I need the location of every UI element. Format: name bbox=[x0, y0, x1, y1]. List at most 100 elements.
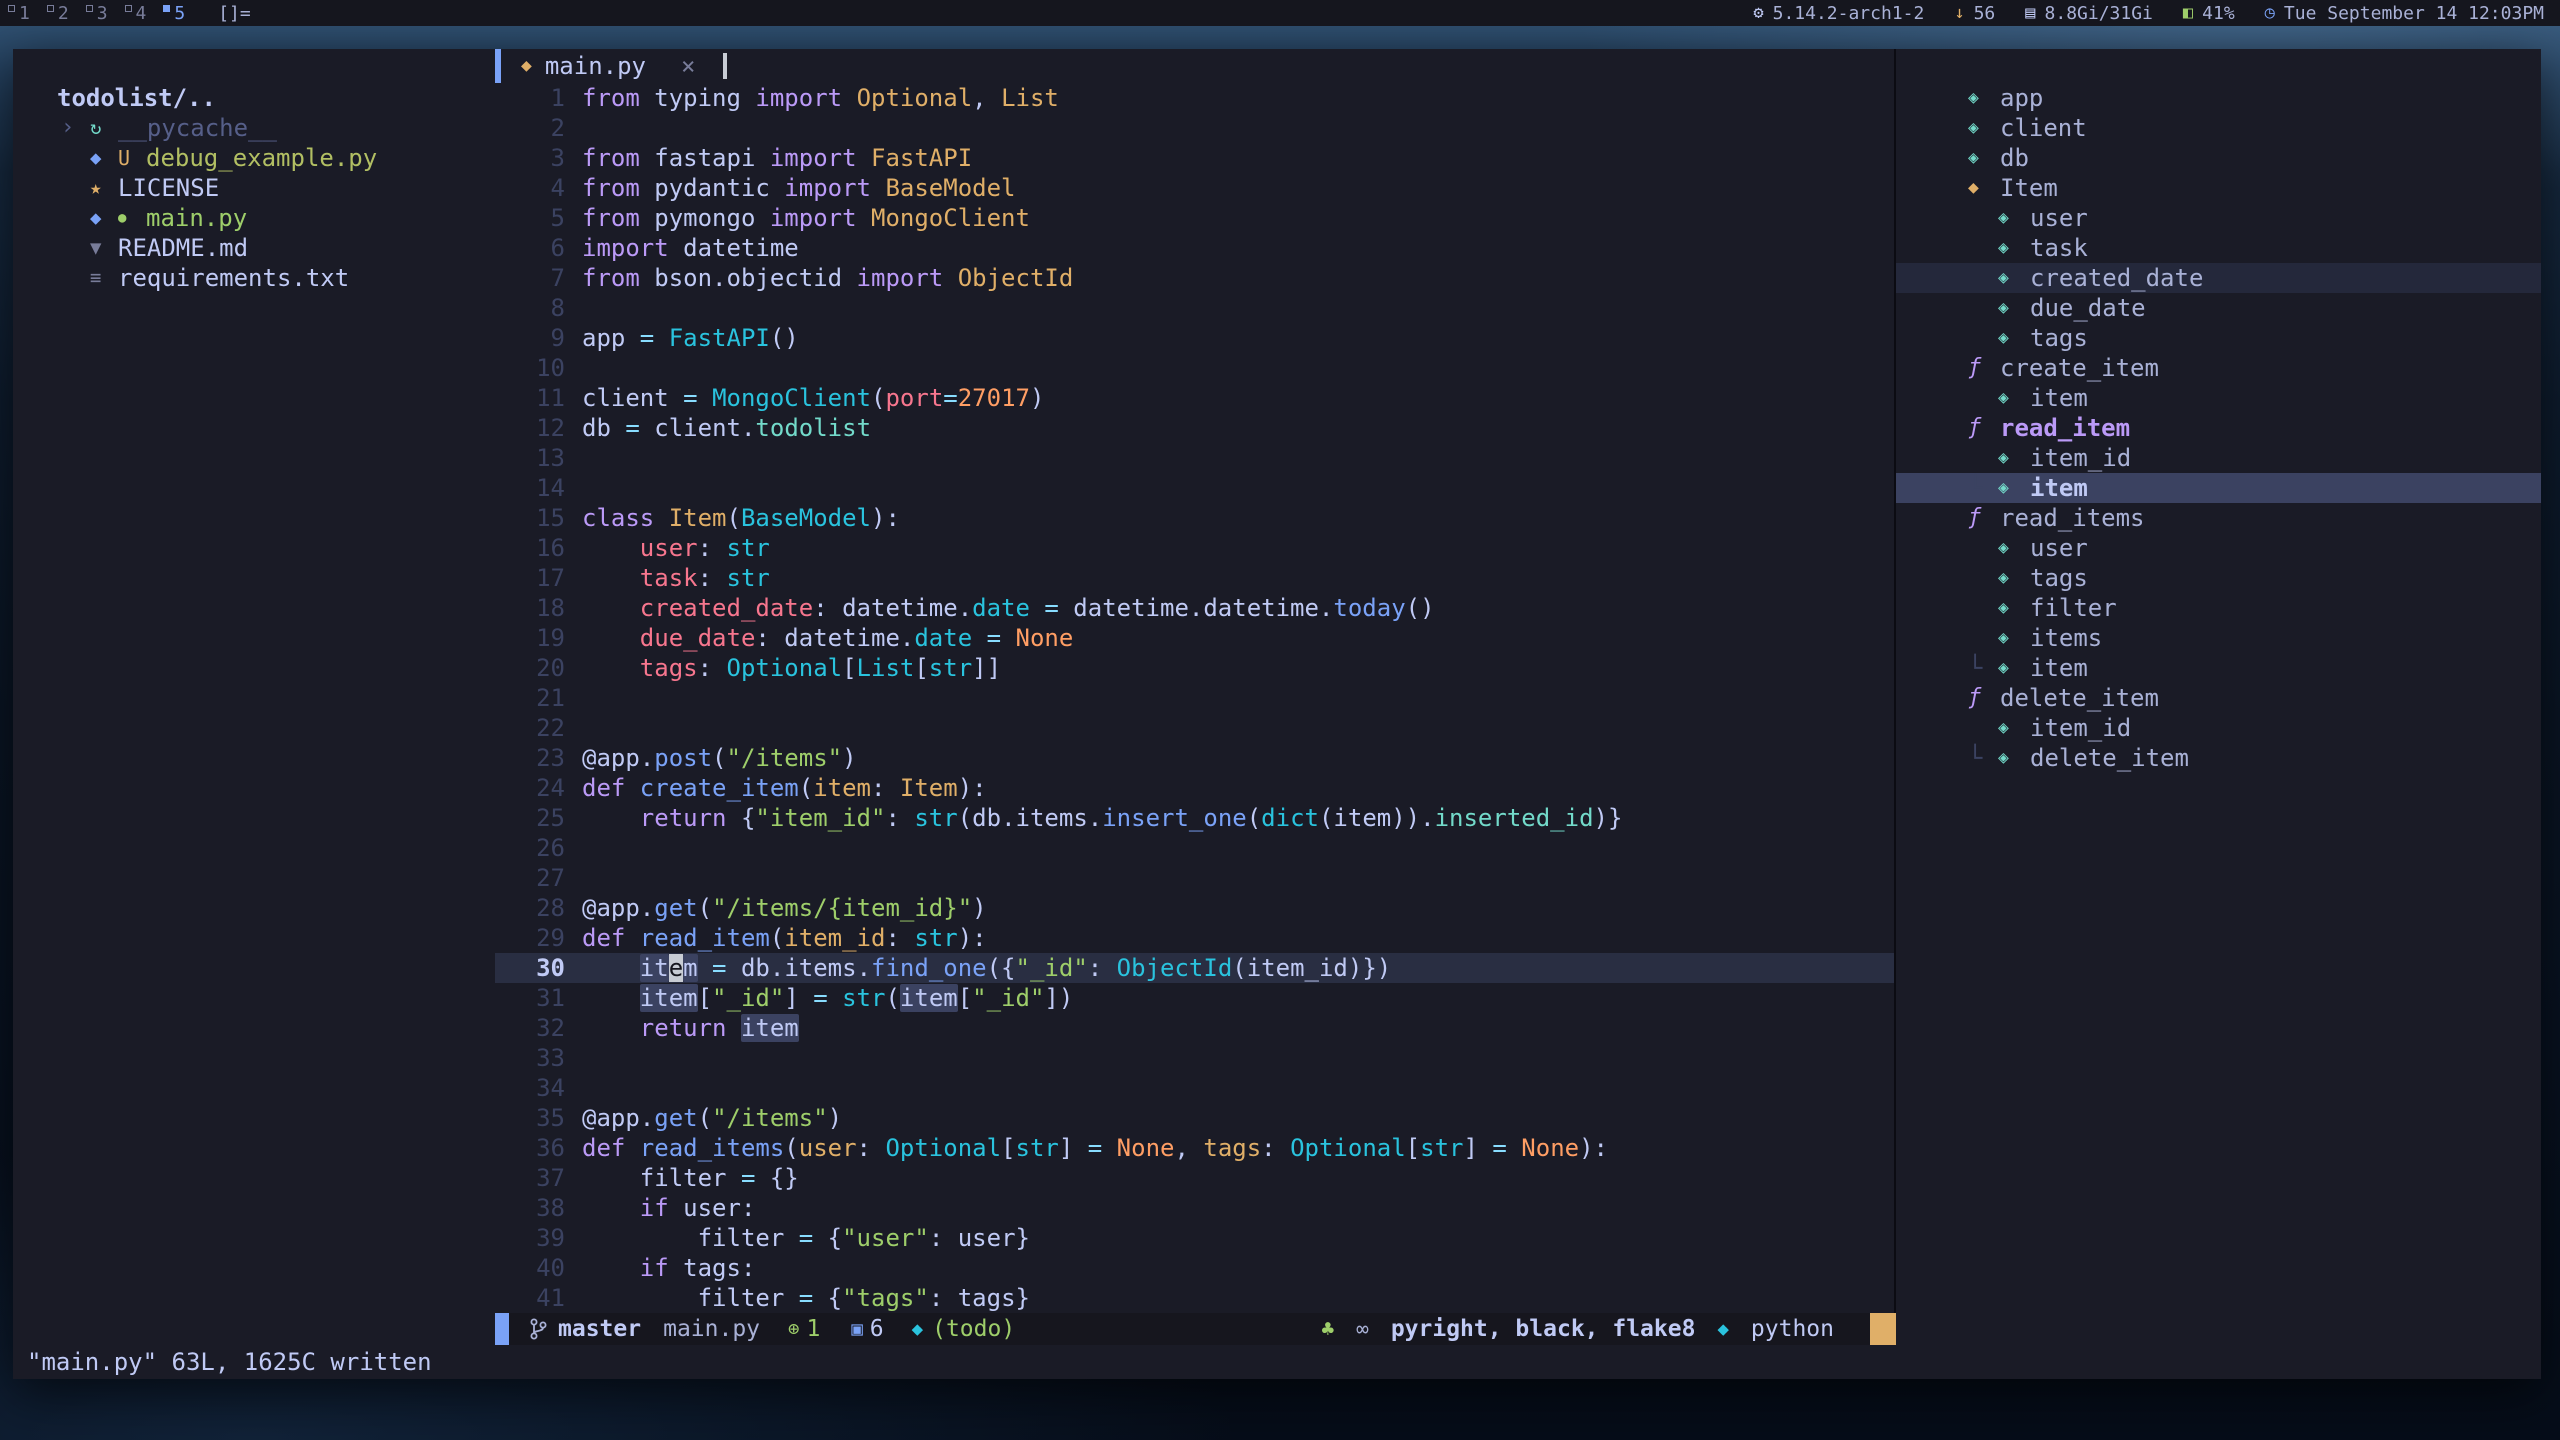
tab-main-py[interactable]: ◆ main.py × bbox=[501, 49, 715, 83]
code-line-21[interactable]: 21 bbox=[495, 683, 1894, 713]
code-line-22[interactable]: 22 bbox=[495, 713, 1894, 743]
code-line-25[interactable]: 25 return {"item_id": str(db.items.inser… bbox=[495, 803, 1894, 833]
file-tree-item-debug_example.py[interactable]: ◆Udebug_example.py bbox=[13, 143, 495, 173]
symbol-filter[interactable]: ◈filter bbox=[1896, 593, 2541, 623]
token: ( bbox=[885, 984, 899, 1012]
code-line-6[interactable]: 6import datetime bbox=[495, 233, 1894, 263]
token: task bbox=[640, 564, 698, 592]
token: None bbox=[1016, 624, 1074, 652]
symbol-user[interactable]: ◈user bbox=[1896, 203, 2541, 233]
code-line-17[interactable]: 17 task: str bbox=[495, 563, 1894, 593]
code-line-27[interactable]: 27 bbox=[495, 863, 1894, 893]
code-line-10[interactable]: 10 bbox=[495, 353, 1894, 383]
code-line-16[interactable]: 16 user: str bbox=[495, 533, 1894, 563]
token: import bbox=[857, 264, 958, 292]
code-line-28[interactable]: 28@app.get("/items/{item_id}") bbox=[495, 893, 1894, 923]
file-tree-item-LICENSE[interactable]: ★LICENSE bbox=[13, 173, 495, 203]
symbol-app[interactable]: ◈app bbox=[1896, 83, 2541, 113]
symbol-item_id[interactable]: ◈item_id bbox=[1896, 713, 2541, 743]
code-line-31[interactable]: 31 item["_id"] = str(item["_id"]) bbox=[495, 983, 1894, 1013]
workspace-tag-5[interactable]: 5 bbox=[171, 3, 188, 24]
workspace-tag-4[interactable]: 4 bbox=[133, 3, 150, 24]
statusline-right: ♣ ∞ pyright, black, flake8 ◆ python bbox=[1322, 1313, 1897, 1345]
symbol-label: read_item bbox=[2000, 413, 2130, 443]
code-line-32[interactable]: 32 return item bbox=[495, 1013, 1894, 1043]
code-line-40[interactable]: 40 if tags: bbox=[495, 1253, 1894, 1283]
code-line-14[interactable]: 14 bbox=[495, 473, 1894, 503]
file-tree-item-main.py[interactable]: ◆●main.py bbox=[13, 203, 495, 233]
file-tree-item-__pycache__[interactable]: ›↻__pycache__ bbox=[13, 113, 495, 143]
function-icon: ƒ bbox=[1968, 683, 2000, 713]
code-line-24[interactable]: 24def create_item(item: Item): bbox=[495, 773, 1894, 803]
code-line-29[interactable]: 29def read_item(item_id: str): bbox=[495, 923, 1894, 953]
token: item bbox=[741, 1014, 799, 1042]
line-text: @app.get("/items/{item_id}") bbox=[582, 893, 987, 923]
code-line-2[interactable]: 2 bbox=[495, 113, 1894, 143]
code-line-11[interactable]: 11client = MongoClient(port=27017) bbox=[495, 383, 1894, 413]
workspace-tag-3[interactable]: 3 bbox=[94, 3, 111, 24]
code-line-4[interactable]: 4from pydantic import BaseModel bbox=[495, 173, 1894, 203]
symbol-delete_item[interactable]: ƒdelete_item bbox=[1896, 683, 2541, 713]
symbol-create_item[interactable]: ƒcreate_item bbox=[1896, 353, 2541, 383]
code-line-30[interactable]: 30 item = db.items.find_one({"_id": Obje… bbox=[495, 953, 1894, 983]
code-line-8[interactable]: 8 bbox=[495, 293, 1894, 323]
symbol-item[interactable]: └◈item bbox=[1896, 473, 2541, 503]
code-line-38[interactable]: 38 if user: bbox=[495, 1193, 1894, 1223]
code-line-26[interactable]: 26 bbox=[495, 833, 1894, 863]
symbol-db[interactable]: ◈db bbox=[1896, 143, 2541, 173]
symbol-created_date[interactable]: ◈created_date bbox=[1896, 263, 2541, 293]
symbol-task[interactable]: ◈task bbox=[1896, 233, 2541, 263]
symbol-item_id[interactable]: ◈item_id bbox=[1896, 443, 2541, 473]
code-line-34[interactable]: 34 bbox=[495, 1073, 1894, 1103]
tab-close-icon[interactable]: × bbox=[681, 51, 695, 81]
code-line-39[interactable]: 39 filter = {"user": user} bbox=[495, 1223, 1894, 1253]
code-line-41[interactable]: 41 filter = {"tags": tags} bbox=[495, 1283, 1894, 1313]
code-line-7[interactable]: 7from bson.objectid import ObjectId bbox=[495, 263, 1894, 293]
code-line-35[interactable]: 35@app.get("/items") bbox=[495, 1103, 1894, 1133]
token: read_item bbox=[640, 924, 770, 952]
code-line-15[interactable]: 15class Item(BaseModel): bbox=[495, 503, 1894, 533]
file-tree-item-README.md[interactable]: ▼README.md bbox=[13, 233, 495, 263]
status-module-kernel: ⚙5.14.2-arch1-2 bbox=[1753, 3, 1924, 24]
workspace-tag-1[interactable]: 1 bbox=[16, 3, 33, 24]
symbol-item[interactable]: └◈item bbox=[1896, 653, 2541, 683]
code-line-3[interactable]: 3from fastapi import FastAPI bbox=[495, 143, 1894, 173]
code-line-36[interactable]: 36def read_items(user: Optional[str] = N… bbox=[495, 1133, 1894, 1163]
token: import bbox=[784, 174, 885, 202]
symbol-user[interactable]: ◈user bbox=[1896, 533, 2541, 563]
line-number: 18 bbox=[495, 593, 565, 623]
token: { bbox=[741, 804, 755, 832]
added-count-value: 1 bbox=[806, 1314, 820, 1344]
symbol-item[interactable]: ◈item bbox=[1896, 383, 2541, 413]
symbol-tags[interactable]: ◈tags bbox=[1896, 323, 2541, 353]
code-line-37[interactable]: 37 filter = {} bbox=[495, 1163, 1894, 1193]
symbol-client[interactable]: ◈client bbox=[1896, 113, 2541, 143]
symbol-read_items[interactable]: ƒread_items bbox=[1896, 503, 2541, 533]
clock-icon: ◷ bbox=[2265, 3, 2275, 23]
symbol-delete_item[interactable]: └◈delete_item bbox=[1896, 743, 2541, 773]
file-tree-item-requirements.txt[interactable]: ≡requirements.txt bbox=[13, 263, 495, 293]
workspace-tag-2[interactable]: 2 bbox=[55, 3, 72, 24]
token: filter bbox=[640, 1164, 741, 1192]
symbol-Item[interactable]: ◆Item bbox=[1896, 173, 2541, 203]
code-line-12[interactable]: 12db = client.todolist bbox=[495, 413, 1894, 443]
code-line-9[interactable]: 9app = FastAPI() bbox=[495, 323, 1894, 353]
code-line-5[interactable]: 5from pymongo import MongoClient bbox=[495, 203, 1894, 233]
token: class bbox=[582, 504, 669, 532]
symbol-due_date[interactable]: ◈due_date bbox=[1896, 293, 2541, 323]
command-line-message[interactable]: "main.py" 63L, 1625C written bbox=[13, 1345, 2541, 1379]
code-line-13[interactable]: 13 bbox=[495, 443, 1894, 473]
code-area[interactable]: 1from typing import Optional, List23from… bbox=[495, 83, 1894, 1313]
code-line-33[interactable]: 33 bbox=[495, 1043, 1894, 1073]
symbol-tags[interactable]: ◈tags bbox=[1896, 563, 2541, 593]
python-icon: ◆ bbox=[90, 203, 118, 233]
code-line-18[interactable]: 18 created_date: datetime.date = datetim… bbox=[495, 593, 1894, 623]
symbol-items[interactable]: ◈items bbox=[1896, 623, 2541, 653]
code-line-1[interactable]: 1from typing import Optional, List bbox=[495, 83, 1894, 113]
code-line-19[interactable]: 19 due_date: datetime.date = None bbox=[495, 623, 1894, 653]
layout-indicator[interactable]: []= bbox=[218, 3, 251, 24]
file-tree-root[interactable]: todolist/.. bbox=[13, 83, 495, 113]
symbol-read_item[interactable]: ƒread_item bbox=[1896, 413, 2541, 443]
code-line-23[interactable]: 23@app.post("/items") bbox=[495, 743, 1894, 773]
code-line-20[interactable]: 20 tags: Optional[List[str]] bbox=[495, 653, 1894, 683]
